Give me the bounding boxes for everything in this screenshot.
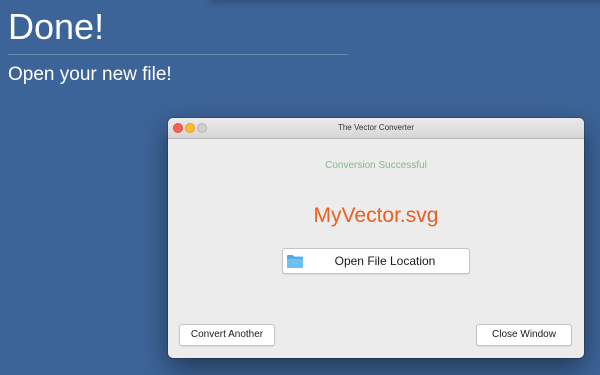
folder-icon	[287, 255, 303, 268]
page-subheadline: Open your new file!	[8, 64, 172, 85]
window-title: The Vector Converter	[337, 123, 415, 132]
background-window-shadow	[210, 0, 600, 2]
conversion-status: Conversion Successful	[325, 160, 427, 171]
app-window: The Vector Converter Conversion Successf…	[168, 118, 584, 358]
open-file-location-label: Open File Location	[334, 254, 436, 268]
close-window-button[interactable]: Close Window	[476, 324, 572, 346]
open-file-location-button[interactable]: Open File Location	[282, 248, 470, 274]
window-titlebar[interactable]: The Vector Converter	[168, 118, 584, 139]
page-headline: Done!	[8, 6, 105, 47]
output-filename: MyVector.svg	[313, 204, 439, 227]
convert-another-button[interactable]: Convert Another	[179, 324, 275, 346]
headline-divider	[8, 54, 348, 55]
